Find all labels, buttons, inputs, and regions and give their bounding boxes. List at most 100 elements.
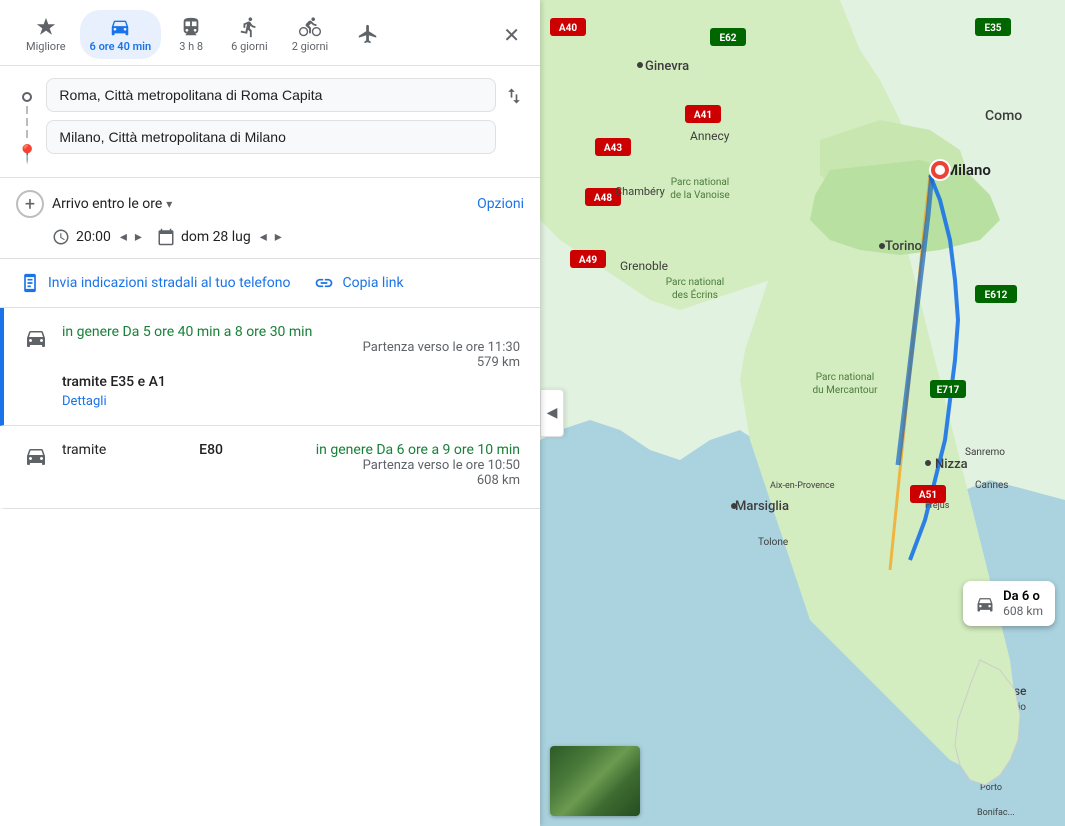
map-info-card[interactable]: Da 6 o 608 km [963, 581, 1055, 626]
route-dots: 📍 [16, 78, 38, 165]
svg-text:Sanremo: Sanremo [965, 447, 1005, 458]
add-stop-button[interactable]: + [16, 190, 44, 218]
svg-text:Grenoble: Grenoble [620, 259, 668, 273]
svg-text:Cannes: Cannes [975, 480, 1008, 491]
svg-text:Annecy: Annecy [690, 129, 730, 143]
route-line [26, 106, 28, 114]
date-prev-arrow[interactable]: ◂ [257, 229, 270, 245]
svg-text:Como: Como [985, 108, 1022, 124]
left-panel: Migliore 6 ore 40 min 3 h 8 6 giorni [0, 0, 540, 826]
date-next-arrow[interactable]: ▸ [272, 229, 285, 245]
date-nav-arrows: ◂ ▸ [257, 229, 285, 245]
svg-text:A48: A48 [594, 193, 612, 204]
route-car-icon-2 [24, 442, 48, 492]
time-next-arrow[interactable]: ▸ [132, 229, 145, 245]
transport-mode-transit[interactable]: 3 h 8 [165, 10, 217, 59]
map-background[interactable]: A40 E62 A43 A48 A49 E35 E612 E717 A51 Gi… [540, 0, 1065, 826]
transport-bar: Migliore 6 ore 40 min 3 h 8 6 giorni [0, 0, 540, 66]
transport-label-car: 6 ore 40 min [90, 40, 152, 53]
arrive-label: Arrivo entro le ore [52, 196, 162, 212]
transport-label-transit: 3 h 8 [179, 40, 203, 53]
time-nav-arrows: ◂ ▸ [117, 229, 145, 245]
svg-text:E62: E62 [719, 33, 736, 44]
transport-mode-bike[interactable]: 2 giorni [282, 10, 339, 59]
share-section: Invia indicazioni stradali al tuo telefo… [0, 259, 540, 308]
svg-text:A41: A41 [694, 110, 712, 121]
route-meta-2: Partenza verso le ore 10:50 608 km [62, 458, 520, 488]
route-duration-2: in genere Da 6 ore a 9 ore 10 min [316, 442, 520, 458]
arrive-dropdown-arrow: ▾ [166, 197, 172, 211]
svg-text:E612: E612 [985, 290, 1008, 301]
arrive-select[interactable]: Arrivo entro le ore ▾ [52, 196, 172, 212]
route-line-3 [26, 130, 28, 138]
map-panel: A40 E62 A43 A48 A49 E35 E612 E717 A51 Gi… [540, 0, 1065, 826]
options-link[interactable]: Opzioni [477, 196, 524, 212]
route-via-1: tramite E35 e A1 [62, 374, 520, 390]
map-card-distance: 608 km [1003, 604, 1043, 618]
svg-text:A40: A40 [559, 23, 577, 34]
satellite-thumbnail[interactable] [550, 746, 640, 816]
transport-label-walk: 6 giorni [231, 40, 268, 53]
svg-text:Ginevra: Ginevra [645, 59, 689, 74]
date-value: dom 28 lug [181, 229, 251, 245]
transport-label-bike: 2 giorni [292, 40, 329, 53]
svg-text:de la Vanoise: de la Vanoise [670, 190, 729, 201]
time-section: + Arrivo entro le ore ▾ Opzioni 20:00 ◂ … [0, 178, 540, 259]
date-picker[interactable]: dom 28 lug ◂ ▸ [157, 228, 285, 246]
svg-text:E717: E717 [937, 385, 960, 396]
svg-text:Marsiglia: Marsiglia [735, 499, 789, 514]
close-button[interactable]: ✕ [499, 19, 524, 51]
svg-text:Chambéry: Chambéry [615, 185, 666, 198]
svg-text:Parc national: Parc national [816, 372, 874, 383]
route-meta-1: Partenza verso le ore 11:30 579 km [62, 340, 520, 370]
origin-dot [22, 92, 32, 102]
copy-label: Copia link [342, 275, 403, 291]
route-duration-1: in genere Da 5 ore 40 min a 8 ore 30 min [62, 324, 312, 340]
destination-input[interactable] [46, 120, 496, 154]
svg-text:Milano: Milano [945, 161, 991, 179]
origin-input[interactable] [46, 78, 496, 112]
route-card-2[interactable]: tramite E80 in genere Da 6 ore a 9 ore 1… [0, 426, 540, 509]
svg-text:Frejus: Frejus [925, 501, 950, 511]
svg-text:Tolone: Tolone [758, 537, 788, 548]
route-via-road-2: E80 [199, 442, 223, 458]
svg-text:des Écrins: des Écrins [672, 288, 718, 301]
transport-mode-car[interactable]: 6 ore 40 min [80, 10, 162, 59]
time-row-top: + Arrivo entro le ore ▾ Opzioni [16, 190, 524, 218]
svg-text:Torino: Torino [885, 239, 922, 254]
route-details-link-1[interactable]: Dettagli [62, 394, 107, 409]
copy-link-button[interactable]: Copia link [314, 273, 403, 293]
time-value: 20:00 [76, 229, 111, 245]
svg-text:Parc national: Parc national [666, 277, 724, 288]
send-to-phone-button[interactable]: Invia indicazioni stradali al tuo telefo… [20, 273, 290, 293]
svg-text:A51: A51 [919, 490, 937, 501]
swap-button[interactable] [504, 78, 524, 106]
svg-text:A43: A43 [604, 143, 622, 154]
route-details-2: tramite E80 in genere Da 6 ore a 9 ore 1… [62, 442, 520, 492]
transport-mode-best[interactable]: Migliore [16, 10, 76, 59]
transport-mode-walk[interactable]: 6 giorni [221, 10, 278, 59]
inputs-column [46, 78, 496, 154]
svg-text:A49: A49 [579, 255, 597, 266]
routes-section: in genere Da 5 ore 40 min a 8 ore 30 min… [0, 308, 540, 826]
input-section: 📍 [0, 66, 540, 178]
svg-text:E35: E35 [984, 23, 1001, 34]
destination-pin: 📍 [16, 144, 38, 165]
svg-text:Bonifac...: Bonifac... [977, 808, 1015, 818]
transport-mode-flight[interactable] [342, 17, 394, 53]
route-details-1: in genere Da 5 ore 40 min a 8 ore 30 min… [62, 324, 520, 409]
svg-text:Parc national: Parc national [671, 177, 729, 188]
collapse-map-button[interactable]: ◀ [540, 389, 564, 437]
route-card-1[interactable]: in genere Da 5 ore 40 min a 8 ore 30 min… [0, 308, 540, 426]
route-car-icon-1 [24, 324, 48, 409]
svg-text:Aix-en-Provence: Aix-en-Provence [770, 481, 835, 491]
svg-text:du Mercantour: du Mercantour [813, 385, 879, 396]
route-via-prefix-2: tramite [62, 442, 106, 458]
time-prev-arrow[interactable]: ◂ [117, 229, 130, 245]
time-picker[interactable]: 20:00 ◂ ▸ [52, 228, 145, 246]
svg-text:Nizza: Nizza [935, 457, 968, 472]
transport-label-best: Migliore [26, 40, 66, 53]
send-label: Invia indicazioni stradali al tuo telefo… [48, 275, 290, 291]
route-line-2 [26, 118, 28, 126]
map-card-label: Da 6 o [1003, 589, 1043, 604]
